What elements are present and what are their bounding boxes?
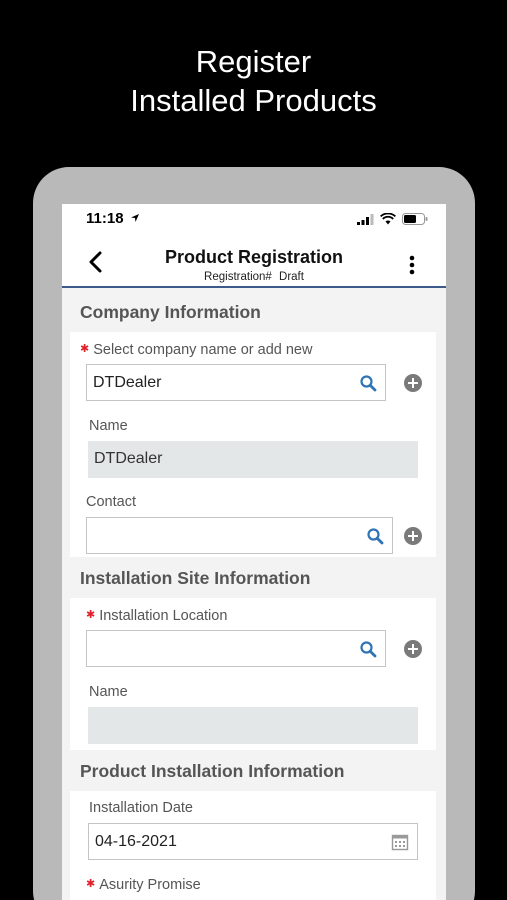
installation-location-input[interactable] xyxy=(86,630,386,667)
company-name-value: DTDealer xyxy=(94,450,163,467)
cellular-signal-icon xyxy=(357,213,374,225)
site-name-label: Name xyxy=(89,684,128,700)
installation-location-label-text: Installation Location xyxy=(99,608,228,624)
wifi-icon xyxy=(380,213,396,225)
registration-subtitle: Registration# Draft xyxy=(62,271,446,283)
search-icon[interactable] xyxy=(366,527,384,545)
status-time-text: 11:18 xyxy=(86,210,124,227)
required-asterisk-icon: ✱ xyxy=(80,343,90,355)
asurity-promise-label-text: Asurity Promise xyxy=(99,877,201,893)
installation-site-header: Installation Site Information xyxy=(80,568,311,588)
promo-title-line-1: Register xyxy=(195,44,312,79)
location-arrow-icon xyxy=(130,214,139,222)
company-name-label: Name xyxy=(89,418,128,434)
installation-location-label: ✱ Installation Location xyxy=(86,608,227,624)
required-asterisk-icon: ✱ xyxy=(86,878,96,890)
calendar-icon[interactable] xyxy=(391,833,409,851)
product-installation-card: Installation Date 04-16-2021 ✱ Asurity Pr… xyxy=(70,791,436,900)
registration-number-label: Registration# xyxy=(204,271,272,283)
promo-title: Register Installed Products xyxy=(0,42,507,120)
installation-date-value: 04-16-2021 xyxy=(95,833,177,850)
search-icon[interactable] xyxy=(359,640,377,658)
contact-label: Contact xyxy=(86,494,136,510)
status-time: 11:18 xyxy=(86,210,140,227)
company-search-input[interactable]: DTDealer xyxy=(86,364,386,401)
more-vertical-icon[interactable] xyxy=(408,254,416,276)
contact-search-input[interactable] xyxy=(86,517,393,554)
promo-title-line-2: Installed Products xyxy=(130,83,377,118)
company-select-label-text: Select company name or add new xyxy=(93,342,313,358)
nav-bar: Product Registration Registration# Draft xyxy=(62,234,446,288)
add-contact-icon[interactable] xyxy=(404,527,422,545)
site-name-field xyxy=(88,707,418,744)
company-search-value: DTDealer xyxy=(93,374,162,391)
registration-status: Draft xyxy=(279,271,304,283)
company-info-header: Company Information xyxy=(80,302,261,322)
company-name-field: DTDealer xyxy=(88,441,418,478)
search-icon[interactable] xyxy=(359,374,377,392)
app-screen: 11:18 Product Registration Registration#… xyxy=(62,204,446,900)
add-company-icon[interactable] xyxy=(404,374,422,392)
installation-date-label: Installation Date xyxy=(89,800,193,816)
battery-icon xyxy=(402,213,428,225)
company-info-card: ✱ Select company name or add new DTDealer… xyxy=(70,332,436,557)
installation-site-card: ✱ Installation Location Name xyxy=(70,598,436,750)
product-installation-header: Product Installation Information xyxy=(80,761,345,781)
status-icons xyxy=(357,213,428,225)
asurity-promise-label: ✱ Asurity Promise xyxy=(86,877,201,893)
page-title: Product Registration xyxy=(164,247,343,267)
company-select-label: ✱ Select company name or add new xyxy=(80,342,312,358)
required-asterisk-icon: ✱ xyxy=(86,609,96,621)
installation-date-input[interactable]: 04-16-2021 xyxy=(88,823,418,860)
status-bar: 11:18 xyxy=(62,204,446,234)
add-location-icon[interactable] xyxy=(404,640,422,658)
